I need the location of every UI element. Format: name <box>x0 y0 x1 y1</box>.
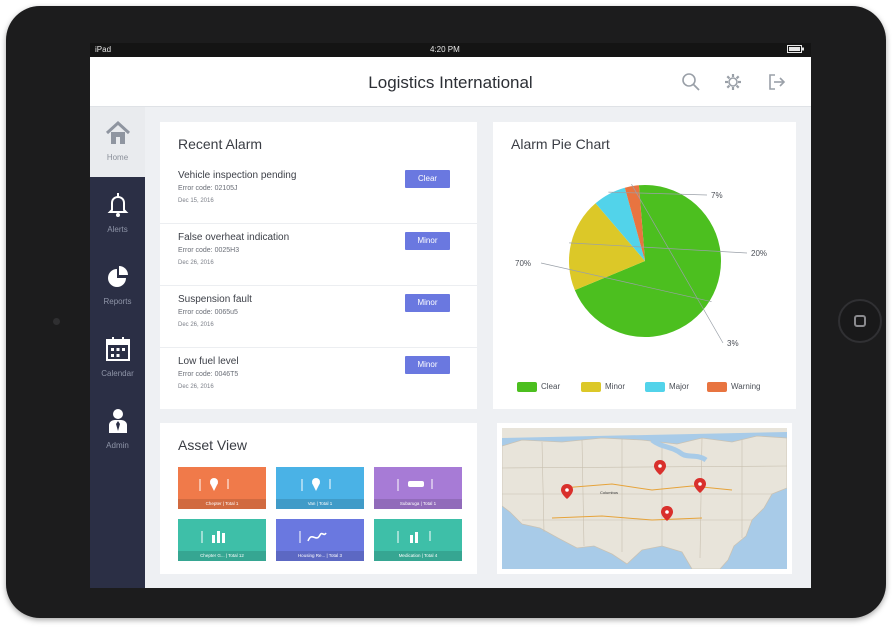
alarm-code: Error code: 0046T5 <box>178 371 239 378</box>
asset-tile[interactable]: Subaruga | Total 1 <box>374 467 462 509</box>
us-map[interactable]: Columbus <box>502 428 787 569</box>
user-icon <box>109 409 127 433</box>
pie-label-clear: 70% <box>515 259 531 268</box>
sidebar-label-home: Home <box>106 153 129 162</box>
logout-icon[interactable] <box>766 71 788 93</box>
home-hardware-button[interactable] <box>838 299 882 343</box>
status-time: 4:20 PM <box>430 45 460 54</box>
alarm-code: Error code: 02105J <box>178 185 238 192</box>
alarm-severity-button[interactable]: Minor <box>405 294 450 312</box>
asset-tile-label: Housing Re... | Total 3 <box>276 551 364 561</box>
alarm-item: False overheat indication Error code: 00… <box>160 224 477 286</box>
status-bar: iPad 4:20 PM <box>90 43 811 57</box>
asset-tile[interactable]: Medication | Total 4 <box>374 519 462 561</box>
battery-icon <box>787 45 805 55</box>
sidebar: Home Alerts Reports Calendar Admin <box>90 107 145 588</box>
search-icon[interactable] <box>680 71 702 93</box>
sidebar-item-home[interactable]: Home <box>90 107 145 177</box>
alarm-item: Low fuel level Error code: 0046T5 Dec 26… <box>160 348 477 410</box>
pie-label-warning: 3% <box>727 339 739 348</box>
legend-swatch-clear <box>517 382 537 392</box>
pie-chart-icon <box>108 266 128 287</box>
asset-icon <box>301 478 331 491</box>
legend-swatch-major <box>645 382 665 392</box>
sidebar-item-reports[interactable]: Reports <box>90 251 145 321</box>
camera <box>53 318 60 325</box>
alarm-item: Suspension fault Error code: 0065u5 Dec … <box>160 286 477 348</box>
alarm-pie-card: Alarm Pie Chart 70% 20% 7% 3% Clear Minor M… <box>493 122 796 409</box>
legend-label-major: Major <box>669 382 690 391</box>
alarm-severity-button[interactable]: Clear <box>405 170 450 188</box>
alarm-title: Vehicle inspection pending <box>178 170 297 181</box>
asset-tile[interactable]: Van | Total 1 <box>276 467 364 509</box>
alarm-code: Error code: 0065u5 <box>178 309 238 316</box>
asset-tile-label: Chepter G... | Total 12 <box>178 551 266 561</box>
alarm-title: Suspension fault <box>178 294 252 305</box>
alarm-code: Error code: 0025H3 <box>178 247 240 254</box>
alarm-item: Vehicle inspection pending Error code: 0… <box>160 162 477 224</box>
alarm-pie-chart: 70% 20% 7% 3% <box>515 184 767 348</box>
alarm-chart-title: Alarm Pie Chart <box>511 136 610 152</box>
asset-tile[interactable]: Housing Re... | Total 3 <box>276 519 364 561</box>
asset-icon <box>299 531 327 543</box>
alarm-date: Dec 15, 2016 <box>178 198 214 204</box>
sidebar-item-admin[interactable]: Admin <box>90 395 145 465</box>
asset-icon <box>199 478 229 491</box>
gear-icon[interactable] <box>722 71 744 93</box>
alarm-title: Low fuel level <box>178 356 239 367</box>
sidebar-label-admin: Admin <box>106 441 129 450</box>
sidebar-label-calendar: Calendar <box>101 369 134 378</box>
asset-icon <box>397 479 433 491</box>
asset-tile-label: Chepter | Total 1 <box>178 499 266 509</box>
legend-swatch-warning <box>707 382 727 392</box>
pie-label-major: 7% <box>711 191 723 200</box>
alarm-title: False overheat indication <box>178 232 290 243</box>
asset-tile-label: Medication | Total 4 <box>374 551 462 561</box>
alarm-severity-button[interactable]: Minor <box>405 232 450 250</box>
asset-tile[interactable]: Chepter G... | Total 12 <box>178 519 266 561</box>
pie-label-minor: 20% <box>751 249 767 258</box>
app-title: Logistics International <box>368 73 533 92</box>
app-header: Logistics International <box>90 57 811 107</box>
carrier-label: iPad <box>95 45 112 54</box>
asset-icon <box>201 531 225 543</box>
legend-swatch-minor <box>581 382 601 392</box>
asset-tile-label: Van | Total 1 <box>276 499 364 509</box>
alarm-date: Dec 26, 2016 <box>178 322 214 328</box>
sidebar-label-reports: Reports <box>103 297 132 306</box>
asset-view-card: Asset View Chepter | Total 1 Van | Total … <box>160 423 477 574</box>
recent-alarm-title: Recent Alarm <box>178 136 263 152</box>
asset-tile-label: Subaruga | Total 1 <box>374 499 462 509</box>
chart-legend: Clear Minor Major Warning <box>517 380 777 394</box>
sidebar-item-alerts[interactable]: Alerts <box>90 179 145 249</box>
home-icon <box>105 120 131 144</box>
alarm-date: Dec 26, 2016 <box>178 260 214 266</box>
asset-tile[interactable]: Chepter | Total 1 <box>178 467 266 509</box>
bell-icon <box>107 193 129 217</box>
map-card: Columbus <box>497 423 792 574</box>
sidebar-item-calendar[interactable]: Calendar <box>90 323 145 393</box>
alarm-date: Dec 26, 2016 <box>178 384 214 390</box>
screen: iPad 4:20 PM Logistics International Hom… <box>90 43 811 588</box>
calendar-icon <box>106 337 130 361</box>
legend-label-minor: Minor <box>605 382 626 391</box>
asset-view-title: Asset View <box>178 437 247 453</box>
asset-icon <box>397 531 431 543</box>
legend-label-warning: Warning <box>731 382 761 391</box>
map-city-label: Columbus <box>600 490 618 495</box>
legend-label-clear: Clear <box>541 382 561 391</box>
sidebar-label-alerts: Alerts <box>107 225 128 234</box>
recent-alarm-card: Recent Alarm Vehicle inspection pending … <box>160 122 477 409</box>
alarm-severity-button[interactable]: Minor <box>405 356 450 374</box>
